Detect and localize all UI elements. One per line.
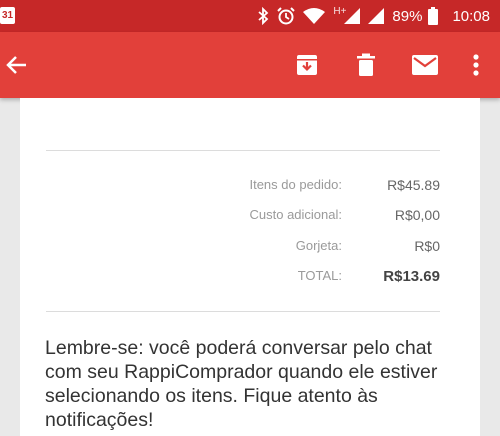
email-body-card: Itens do pedido: R$45.89 Custo adicional… bbox=[20, 98, 480, 436]
divider-top bbox=[46, 150, 440, 151]
order-row-label: Custo adicional: bbox=[249, 207, 343, 222]
archive-icon[interactable] bbox=[290, 32, 324, 98]
app-bar bbox=[0, 32, 500, 98]
order-row-items: Itens do pedido: R$45.89 bbox=[20, 177, 480, 197]
status-bar: 31 H+ 89% 10:08 bbox=[0, 0, 500, 32]
battery-percent: 89% bbox=[392, 7, 423, 25]
battery-icon bbox=[428, 7, 439, 25]
signal-icon bbox=[344, 8, 361, 24]
order-row-label: Itens do pedido: bbox=[249, 177, 342, 192]
order-total-label: TOTAL: bbox=[297, 268, 342, 283]
order-total-value: R$13.69 bbox=[383, 268, 440, 285]
trash-icon[interactable] bbox=[349, 32, 383, 98]
divider-bottom bbox=[46, 311, 440, 312]
mail-icon[interactable] bbox=[408, 32, 442, 98]
calendar-notification-icon: 31 bbox=[0, 7, 15, 24]
alarm-icon bbox=[277, 7, 296, 25]
clock: 10:08 bbox=[452, 7, 490, 25]
bluetooth-icon bbox=[257, 7, 269, 25]
back-arrow-icon[interactable] bbox=[0, 32, 34, 98]
signal-icon-2 bbox=[368, 8, 385, 24]
order-row-value: R$0,00 bbox=[394, 207, 440, 223]
order-row-tip: Gorjeta: R$0 bbox=[20, 238, 480, 258]
order-row-additional-cost: Custo adicional: R$0,00 bbox=[20, 207, 480, 227]
reminder-text: Lembre-se: você poderá conversar pelo ch… bbox=[45, 337, 438, 431]
order-row-total: TOTAL: R$13.69 bbox=[20, 268, 480, 288]
order-row-value: R$45.89 bbox=[387, 177, 440, 193]
order-row-value: R$0 bbox=[414, 238, 440, 254]
more-vert-icon[interactable] bbox=[464, 32, 488, 98]
wifi-icon bbox=[303, 8, 326, 24]
order-row-label: Gorjeta: bbox=[295, 238, 342, 253]
network-type-label: H+ bbox=[333, 5, 347, 17]
